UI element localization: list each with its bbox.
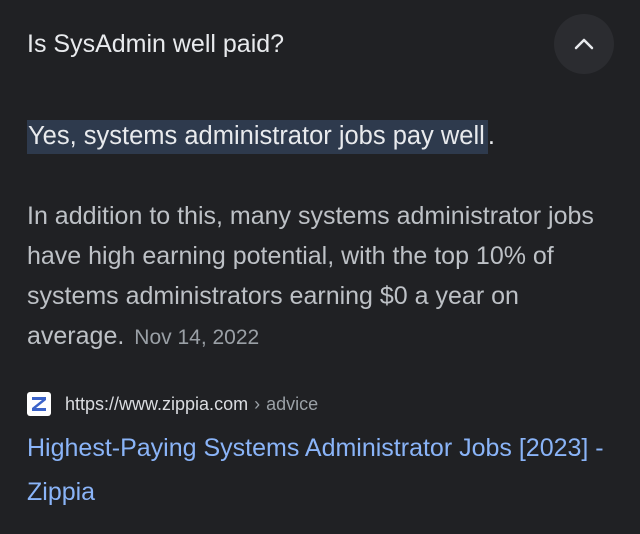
- detail-text: In addition to this, many systems admini…: [27, 202, 594, 350]
- collapse-button[interactable]: [554, 14, 614, 74]
- source-url: https://www.zippia.com: [65, 393, 249, 414]
- answer-detail: In addition to this, many systems admini…: [27, 196, 617, 358]
- zippia-favicon-icon: [27, 392, 51, 416]
- result-title-link[interactable]: Highest-Paying Systems Administrator Job…: [27, 426, 617, 514]
- breadcrumb-separator: ›: [254, 393, 261, 414]
- answer-highlight: Yes, systems administrator jobs pay well: [27, 120, 488, 154]
- source-row[interactable]: https://www.zippia.com › advice: [27, 390, 318, 418]
- featured-answer: Yes, systems administrator jobs pay well…: [27, 116, 495, 156]
- answer-trailing: .: [487, 122, 495, 150]
- question-heading: Is SysAdmin well paid?: [27, 30, 285, 58]
- chevron-up-icon: [574, 38, 594, 50]
- source-path: advice: [266, 393, 319, 414]
- snippet-date: Nov 14, 2022: [134, 326, 260, 349]
